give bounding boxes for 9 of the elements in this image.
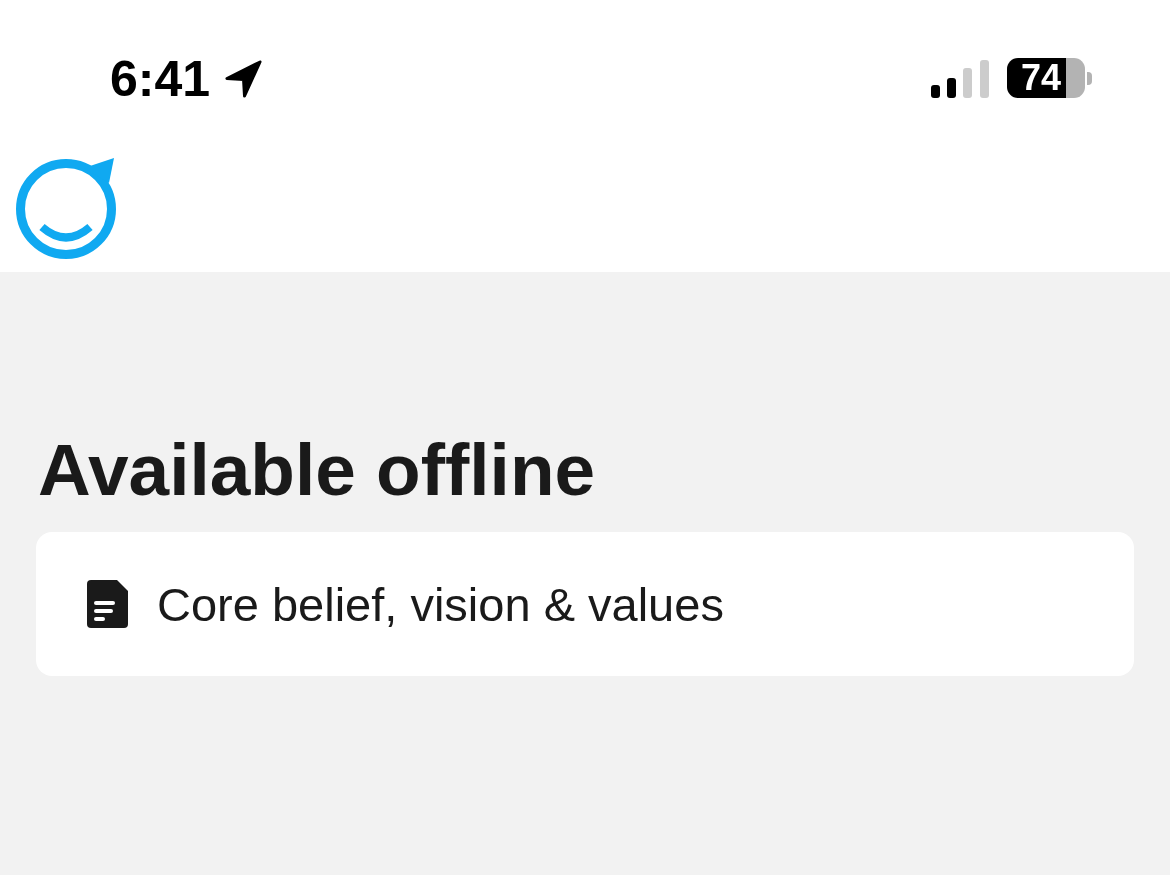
smiley-logo-icon	[14, 155, 118, 259]
document-icon	[87, 580, 128, 628]
battery-indicator: 74	[1007, 58, 1085, 98]
document-row[interactable]: Core belief, vision & values	[36, 532, 1134, 676]
location-arrow-icon	[224, 60, 264, 98]
status-time: 6:41	[110, 52, 211, 106]
signal-strength-icon	[931, 60, 989, 98]
battery-tip-icon	[1087, 71, 1092, 85]
section-title: Available offline	[38, 428, 597, 512]
